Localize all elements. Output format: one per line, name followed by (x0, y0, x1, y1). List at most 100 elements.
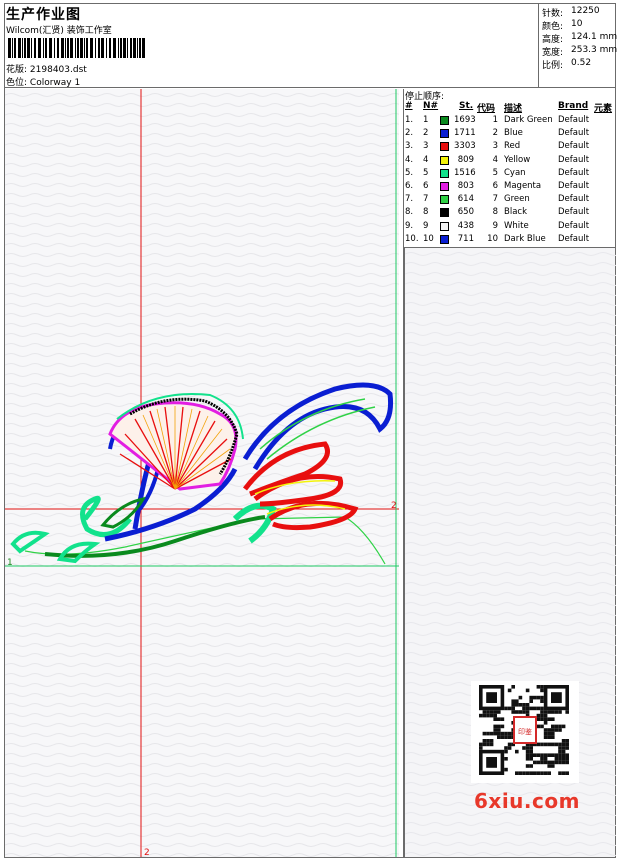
col-code: 代码 (477, 104, 496, 114)
cell-desc: Dark Green (504, 115, 553, 125)
cell-index: 8. (405, 207, 414, 218)
cell-code: 8 (492, 207, 498, 218)
cell-desc: Red (504, 141, 521, 152)
cell-code: 1 (492, 115, 498, 125)
stat-height: 高度: 124.1 mm (542, 32, 618, 45)
color-swatch (440, 168, 449, 178)
design-canvas: 1 2 2 (5, 89, 399, 857)
table-row: 8. 8 650 8 Black Default (404, 207, 616, 220)
cell-brand: Default (558, 220, 590, 231)
cell-desc: Black (504, 207, 527, 218)
cell-index: 10. (405, 233, 419, 244)
marker-1: 1 (7, 558, 13, 568)
marker-2-right: 2 (391, 501, 397, 511)
cell-code: 10 (487, 233, 498, 244)
col-brand: Brand (558, 101, 589, 111)
cell-desc: Blue (504, 128, 523, 139)
cell-code: 4 (492, 154, 498, 165)
cell-index: 3. (405, 141, 414, 152)
color-swatch (440, 234, 449, 244)
table-row: 2. 2 1711 2 Blue Default (404, 128, 616, 141)
barcode-icon (8, 38, 145, 58)
site-logo: 6xiu.com (474, 789, 580, 813)
table-row: 7. 7 614 7 Green Default (404, 194, 616, 207)
cell-desc: Cyan (504, 167, 526, 178)
color-swatch (440, 208, 449, 218)
color-swatch (440, 182, 449, 191)
table-row: 10. 10 711 10 Dark Blue Default (404, 234, 616, 247)
col-desc: 描述 (504, 104, 523, 114)
color-swatch (440, 221, 449, 231)
design-line: 花版: 2198403.dst (6, 62, 87, 75)
colorway-line: 色位: Colorway 1 (6, 75, 80, 88)
colorway-value: Colorway 1 (29, 78, 81, 88)
cell-n: 2 (423, 128, 429, 139)
design-value: 2198403.dst (29, 65, 87, 75)
cell-stitches: 3303 (454, 141, 476, 152)
cell-code: 9 (492, 220, 498, 231)
col-st: St. (459, 101, 474, 111)
table-row: 3. 3 3303 3 Red Default (404, 141, 616, 154)
stat-scale: 比例: 0.52 (542, 58, 592, 71)
cell-brand: Default (558, 194, 590, 205)
stat-stitches: 针数: 12250 (542, 6, 600, 19)
cell-n: 6 (423, 181, 429, 191)
cell-n: 3 (423, 141, 429, 152)
cell-stitches: 650 (457, 207, 474, 218)
color-swatch (440, 195, 449, 205)
cell-brand: Default (558, 141, 590, 152)
stats-panel: 针数: 12250 颜色: 10 高度: 124.1 mm 宽度: 253.3 mm 比… (539, 3, 618, 88)
stop-sequence-table: 停止顺序: # N# St. 代码 描述 Brand 元素 1. 1 1693 1 Da… (404, 89, 616, 247)
cell-brand: Default (558, 181, 590, 191)
qr-code-icon: 印鉴 (471, 681, 579, 783)
stat-width: 宽度: 253.3 mm (542, 45, 618, 58)
cell-stitches: 438 (457, 220, 474, 231)
cell-desc: White (504, 220, 529, 231)
cell-index: 6. (405, 181, 414, 191)
cell-stitches: 1693 (454, 115, 476, 125)
cell-stitches: 1516 (454, 167, 476, 178)
cell-index: 7. (405, 194, 414, 205)
cell-n: 1 (423, 115, 429, 125)
cell-brand: Default (558, 207, 590, 218)
cell-brand: Default (558, 154, 590, 165)
stat-colors: 颜色: 10 (542, 19, 583, 32)
color-swatch (440, 116, 449, 125)
cell-stitches: 809 (457, 154, 474, 165)
cell-code: 2 (492, 128, 498, 139)
color-swatch (440, 142, 449, 152)
cell-brand: Default (558, 128, 590, 139)
cell-n: 8 (423, 207, 429, 218)
cell-index: 9. (405, 220, 414, 231)
company-name: Wilcom(汇贤) 装饰工作室 (6, 26, 112, 36)
table-row: 6. 6 803 6 Magenta Default (404, 181, 616, 194)
colorway-label: 色位: (6, 78, 28, 88)
cell-stitches: 803 (457, 181, 474, 191)
table-row: 1. 1 1693 1 Dark Green Default (404, 115, 616, 128)
cell-index: 2. (405, 128, 414, 139)
cell-stitches: 1711 (454, 128, 476, 139)
cell-n: 9 (423, 220, 429, 231)
col-elem: 元素 (594, 104, 613, 114)
cell-index: 5. (405, 167, 414, 178)
cell-index: 4. (405, 154, 414, 165)
cell-brand: Default (558, 115, 590, 125)
marker-2-bottom: 2 (144, 848, 150, 857)
cell-desc: Yellow (504, 154, 531, 165)
col-hash: # (405, 101, 413, 111)
color-swatch (440, 129, 449, 139)
cell-stitches: 711 (457, 233, 474, 244)
embroidery-preview: 1 2 2 (5, 89, 399, 857)
cell-brand: Default (558, 167, 590, 178)
cell-desc: Dark Blue (504, 233, 546, 244)
col-n: N# (423, 101, 439, 111)
table-row: 5. 5 1516 5 Cyan Default (404, 168, 616, 181)
page-title: 生产作业图 (6, 7, 81, 23)
cell-index: 1. (405, 115, 414, 125)
design-label: 花版: (6, 65, 28, 75)
cell-n: 5 (423, 167, 429, 178)
cell-code: 6 (492, 181, 498, 191)
cell-n: 4 (423, 154, 429, 165)
cell-code: 5 (492, 167, 498, 178)
table-row: 4. 4 809 4 Yellow Default (404, 155, 616, 168)
